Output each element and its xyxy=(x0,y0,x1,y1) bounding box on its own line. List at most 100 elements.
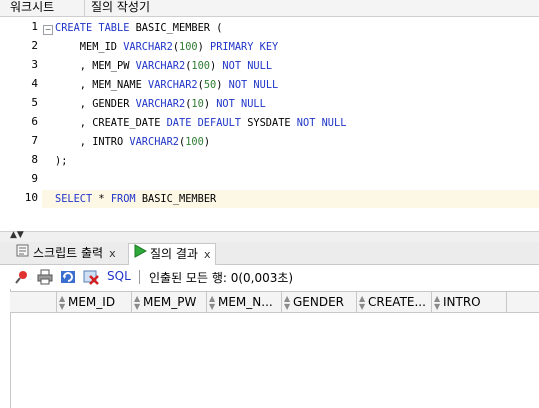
code-token: VARCHAR2 xyxy=(135,60,186,72)
line-number: 7 xyxy=(31,134,38,147)
code-token: SYSDATE xyxy=(241,117,297,129)
code-token: NOT NULL xyxy=(228,79,279,91)
line-number: 6 xyxy=(31,115,38,128)
code-token: ) xyxy=(203,98,217,110)
column-header-label: MEM_PW xyxy=(143,295,197,309)
column-header-label: GENDER xyxy=(293,295,345,309)
code-token: 10 xyxy=(191,98,204,110)
sort-icon: ▲ ▼ xyxy=(209,293,216,311)
code-token: SELECT xyxy=(55,193,93,205)
code-token: , CREATE_DATE xyxy=(55,117,167,129)
script-output-icon xyxy=(16,243,30,264)
line-number: 1 xyxy=(31,20,38,33)
fetch-status-text: 인출된 모든 행: 0(0,003초) xyxy=(149,271,294,285)
code-token: FROM xyxy=(110,193,136,205)
code-token: VARCHAR2 xyxy=(135,98,186,110)
code-line[interactable]: , MEM_PW VARCHAR2(100) NOT NULL xyxy=(55,57,272,75)
sort-icon: ▲ ▼ xyxy=(434,293,441,311)
column-header-mem-id[interactable]: ▲ ▼ MEM_ID xyxy=(57,292,132,312)
code-token: MEM_ID xyxy=(55,41,124,53)
line-number: 9 xyxy=(31,172,38,185)
code-token: 100 xyxy=(179,41,198,53)
code-token: , INTRO xyxy=(55,136,130,148)
line-number: 4 xyxy=(31,77,38,90)
code-token: NOT NULL xyxy=(296,117,347,129)
tab-query-result-label: 질의 결과 xyxy=(150,247,198,261)
column-header-gender[interactable]: ▲ ▼ GENDER xyxy=(282,292,357,312)
refresh-icon[interactable] xyxy=(60,269,76,285)
code-token: PRIMARY KEY xyxy=(210,41,279,53)
pin-icon[interactable] xyxy=(14,269,30,285)
code-line[interactable]: MEM_ID VARCHAR2(100) PRIMARY KEY xyxy=(55,38,278,56)
sql-editor[interactable]: 1 2 3 4 5 6 7 8 9 10 − CREATE TABLE BASIC_MEMBER … xyxy=(0,17,539,231)
code-line[interactable]: CREATE TABLE BASIC_MEMBER ( xyxy=(55,19,222,37)
column-header-label: INTRO xyxy=(443,295,481,309)
code-line[interactable]: , GENDER VARCHAR2(10) NOT NULL xyxy=(55,95,266,113)
column-header-mem-name[interactable]: ▲ ▼ MEM_N... xyxy=(207,292,282,312)
output-tab-bar: 스크립트 출력 x 질의 결과 x xyxy=(0,242,539,265)
worksheet-tab-bar: 워크시트 질의 작성기 xyxy=(0,0,539,17)
sql-button[interactable]: SQL xyxy=(107,269,131,283)
tab-query-builder[interactable]: 질의 작성기 xyxy=(84,0,154,16)
run-triangle-icon xyxy=(133,244,148,265)
tab-script-output[interactable]: 스크립트 출력 x xyxy=(12,243,120,264)
column-header-label: MEM_ID xyxy=(68,295,116,309)
code-token: BASIC_MEMBER ( xyxy=(129,22,223,34)
column-header-intro[interactable]: ▲ ▼ INTRO xyxy=(432,292,507,312)
print-icon[interactable] xyxy=(37,269,53,285)
code-token: ) xyxy=(216,79,229,91)
sort-icon: ▲ ▼ xyxy=(284,293,291,311)
code-token: , MEM_NAME xyxy=(55,79,148,91)
close-icon[interactable]: x xyxy=(109,247,116,260)
code-token: ); xyxy=(55,155,68,167)
line-number: 10 xyxy=(24,191,38,204)
code-token: VARCHAR2 xyxy=(148,79,198,91)
code-line[interactable]: , INTRO VARCHAR2(100) xyxy=(55,133,210,151)
line-number: 8 xyxy=(31,153,38,166)
code-token: ) xyxy=(203,136,211,148)
result-toolbar: SQL 인출된 모든 행: 0(0,003초) xyxy=(0,265,539,289)
code-line[interactable]: ); xyxy=(55,152,67,170)
toolbar-separator xyxy=(139,270,140,284)
code-area[interactable]: CREATE TABLE BASIC_MEMBER ( MEM_ID VARCH… xyxy=(42,17,539,231)
code-token: NOT NULL xyxy=(222,60,273,72)
grid-header-row: ▲ ▼ MEM_ID ▲ ▼ MEM_PW ▲ ▼ MEM_N... ▲ ▼ GENDER ▲ ▼… xyxy=(10,291,539,313)
tab-worksheet[interactable]: 워크시트 xyxy=(6,0,58,16)
code-token: BASIC_MEMBER xyxy=(135,193,217,205)
delete-icon[interactable] xyxy=(83,269,99,285)
column-header-mem-pw[interactable]: ▲ ▼ MEM_PW xyxy=(132,292,207,312)
line-number: 5 xyxy=(31,96,38,109)
fold-collapse-icon[interactable]: − xyxy=(43,25,53,35)
tab-script-output-label: 스크립트 출력 xyxy=(33,246,104,260)
sort-icon: ▲ ▼ xyxy=(359,293,366,311)
code-token: 50 xyxy=(203,79,217,91)
code-token: * xyxy=(92,193,111,205)
code-token: 100 xyxy=(185,136,204,148)
line-number-gutter: 1 2 3 4 5 6 7 8 9 10 xyxy=(0,17,42,231)
code-token: ) xyxy=(210,60,223,72)
sort-icon: ▲ ▼ xyxy=(59,293,66,311)
sort-icon: ▲ ▼ xyxy=(134,293,141,311)
code-token: , GENDER xyxy=(55,98,136,110)
code-token: VARCHAR2 xyxy=(129,136,180,148)
column-header-label: MEM_N... xyxy=(218,295,273,309)
code-line[interactable]: , CREATE_DATE DATE DEFAULT SYSDATE NOT N… xyxy=(55,114,347,132)
close-icon[interactable]: x xyxy=(204,248,211,261)
grid-row-number-header[interactable] xyxy=(10,292,57,312)
splitter-arrows-icon[interactable]: ▲▼ xyxy=(10,230,24,240)
result-grid[interactable]: ▲ ▼ MEM_ID ▲ ▼ MEM_PW ▲ ▼ MEM_N... ▲ ▼ GENDER ▲ ▼… xyxy=(10,289,539,408)
code-token: 100 xyxy=(191,60,211,72)
line-number: 2 xyxy=(31,39,38,52)
code-token: CREATE TABLE xyxy=(55,22,130,34)
code-token: , MEM_PW xyxy=(55,60,136,72)
code-token: NOT NULL xyxy=(216,98,266,110)
code-line[interactable]: SELECT * FROM BASIC_MEMBER xyxy=(42,190,539,208)
tab-query-result[interactable]: 질의 결과 x xyxy=(128,243,216,265)
column-header-create-date[interactable]: ▲ ▼ CREATE... xyxy=(357,292,432,312)
code-line[interactable]: , MEM_NAME VARCHAR2(50) NOT NULL xyxy=(55,76,278,94)
code-token: DATE DEFAULT xyxy=(166,117,241,129)
line-number: 3 xyxy=(31,58,38,71)
code-token: ) xyxy=(197,41,211,53)
code-token: VARCHAR2 xyxy=(123,41,173,53)
column-header-label: CREATE... xyxy=(368,295,426,309)
